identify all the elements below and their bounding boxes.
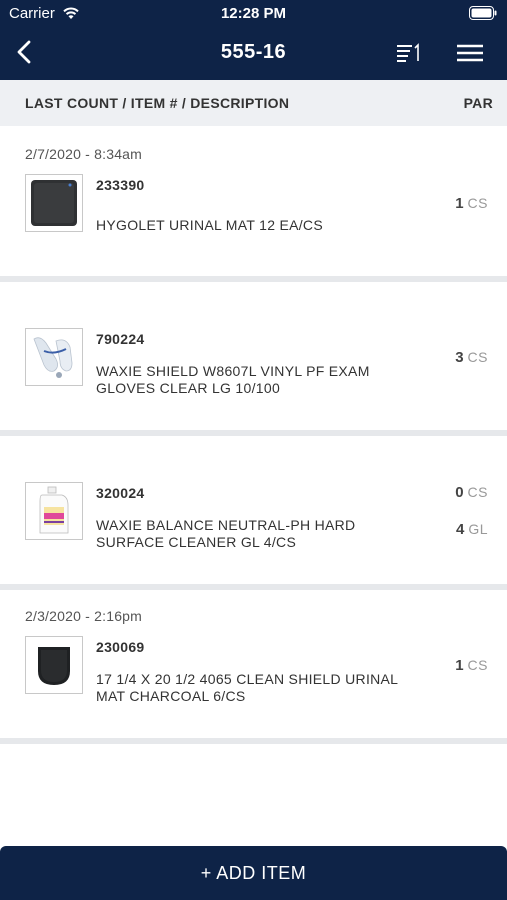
list-item[interactable]: 320024 WAXIE BALANCE NEUTRAL-PH HARD SUR… — [0, 436, 507, 584]
par-value: 0 CS — [418, 484, 488, 502]
nav-bar: 555-16 — [0, 28, 507, 80]
item-description: HYGOLET URINAL MAT 12 EA/CS — [96, 217, 323, 233]
sort-button[interactable] — [393, 40, 423, 68]
par-unit: CS — [467, 484, 488, 500]
add-item-button[interactable]: + ADD ITEM — [0, 846, 507, 900]
par-unit: CS — [467, 195, 488, 211]
column-header-description: LAST COUNT / ITEM # / DESCRIPTION — [25, 95, 290, 111]
par-quantity: 3 — [455, 349, 464, 366]
status-time: 12:28 PM — [220, 5, 287, 22]
list-item[interactable]: 2/7/2020 - 8:34am 233390 HYGOLET URINAL … — [0, 126, 507, 276]
list-item[interactable]: 2/3/2020 - 2:16pm 230069 17 1/4 X 20 1/2… — [0, 590, 507, 738]
column-header-par: PAR — [463, 95, 493, 111]
par-quantity: 1 — [455, 195, 464, 212]
last-count-date: 2/3/2020 - 2:16pm — [25, 608, 143, 624]
par-unit: CS — [467, 657, 488, 673]
par-quantity: 0 — [455, 484, 464, 501]
cleaner-jug-icon — [26, 486, 82, 543]
item-number: 233390 — [96, 177, 145, 193]
product-thumbnail — [25, 328, 83, 386]
item-number: 320024 — [96, 485, 145, 501]
black-mat-icon — [26, 180, 82, 235]
status-bar: Carrier 12:28 PM — [0, 0, 507, 28]
last-count-date: 2/7/2020 - 8:34am — [25, 146, 143, 162]
par-value: 3 CS — [418, 349, 488, 367]
charcoal-mat-icon — [26, 647, 82, 697]
gloves-icon — [26, 337, 82, 389]
product-thumbnail — [25, 482, 83, 540]
item-number: 230069 — [96, 639, 145, 655]
par-value: 1 CS — [418, 195, 488, 213]
list-item[interactable]: 790224 WAXIE SHIELD W8607L VINYL PF EXAM… — [0, 282, 507, 430]
par-quantity: 1 — [455, 657, 464, 674]
product-thumbnail — [25, 174, 83, 232]
item-description: WAXIE SHIELD W8607L VINYL PF EXAM GLOVES… — [96, 363, 370, 396]
battery-icon — [469, 6, 497, 25]
par-value: 4 GL — [418, 521, 488, 539]
menu-button[interactable] — [455, 40, 485, 68]
hamburger-menu-icon — [455, 44, 485, 72]
divider — [0, 738, 507, 744]
par-unit: CS — [467, 349, 488, 365]
par-quantity: 4 — [455, 521, 465, 538]
page-title: 555-16 — [220, 41, 287, 63]
item-description: WAXIE BALANCE NEUTRAL-PH HARD SURFACE CL… — [96, 517, 356, 550]
par-unit: GL — [468, 521, 488, 537]
product-thumbnail — [25, 636, 83, 694]
par-value: 1 CS — [418, 657, 488, 675]
item-number: 790224 — [96, 331, 145, 347]
table-header: LAST COUNT / ITEM # / DESCRIPTION PAR — [0, 80, 507, 126]
item-description: 17 1/4 X 20 1/2 4065 CLEAN SHIELD URINAL… — [96, 671, 398, 704]
sort-list-icon — [393, 43, 423, 72]
